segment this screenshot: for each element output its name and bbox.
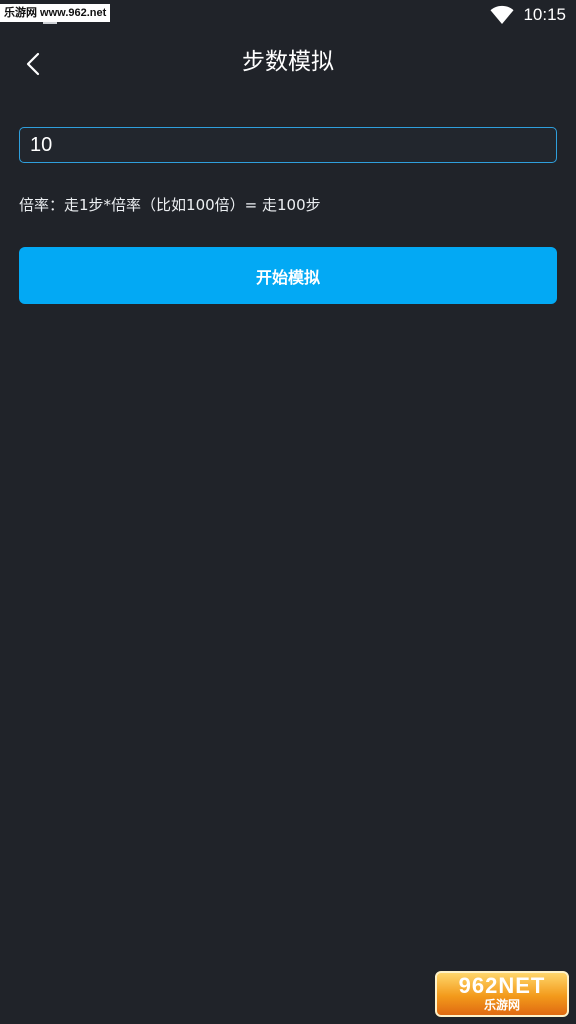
watermark-main-text: 962NET — [458, 973, 546, 998]
multiplier-hint: 倍率：走1步*倍率（比如100倍）= 走100步 — [19, 196, 321, 214]
multiplier-input[interactable] — [19, 127, 557, 163]
watermark-sub-text: 乐游网 — [483, 998, 520, 1012]
status-time: 10:15 — [523, 5, 566, 24]
page-title: 步数模拟 — [242, 49, 334, 75]
site-watermark-badge: 乐游网 www.962.net — [0, 4, 111, 22]
start-simulation-button[interactable]: 开始模拟 — [19, 247, 557, 304]
status-bar: 乐游网 www.962.net 10:15 — [0, 0, 576, 30]
app-header: 步数模拟 — [0, 34, 576, 92]
notification-icon — [43, 22, 57, 24]
wifi-icon — [490, 5, 514, 24]
corner-watermark-logo: 962NET 乐游网 — [435, 971, 569, 1017]
